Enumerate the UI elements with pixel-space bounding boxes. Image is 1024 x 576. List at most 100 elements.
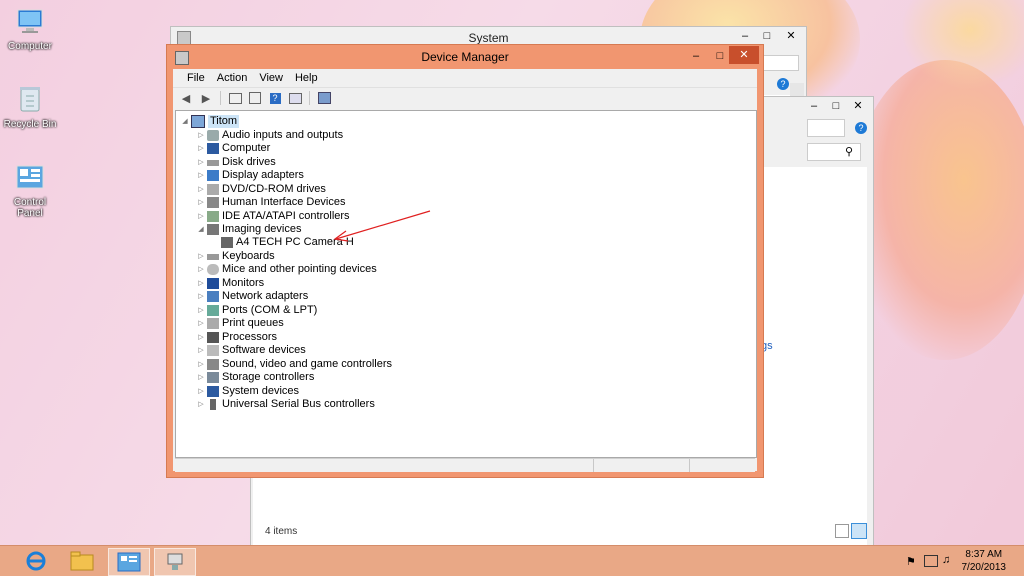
search-box[interactable]	[761, 55, 799, 71]
tree-item-display-adapters[interactable]: ▷ Display adapters	[196, 169, 304, 182]
help-icon[interactable]: ?	[266, 90, 284, 106]
tree-item-imaging[interactable]: ◢ Imaging devices	[196, 223, 302, 236]
tree-item-label: Disk drives	[222, 156, 276, 168]
expand-arrow-icon[interactable]: ▷	[196, 304, 206, 317]
file-explorer-icon[interactable]	[62, 548, 102, 574]
close-button[interactable]: ✕	[847, 97, 869, 115]
expand-arrow-icon[interactable]: ▷	[196, 210, 206, 223]
address-bar[interactable]	[807, 119, 845, 137]
tree-item-mice[interactable]: ▷ Mice and other pointing devices	[196, 263, 377, 276]
tiles-view-button[interactable]	[851, 523, 867, 539]
tree-item-audio[interactable]: ▷ Audio inputs and outputs	[196, 129, 343, 142]
clock[interactable]: 8:37 AM 7/20/2013	[962, 548, 1007, 574]
dvd-drive-icon	[207, 184, 219, 195]
tree-item-hid[interactable]: ▷ Human Interface Devices	[196, 196, 346, 209]
expand-arrow-icon[interactable]: ▷	[196, 317, 206, 330]
tree-item-software[interactable]: ▷ Software devices	[196, 344, 306, 357]
expand-arrow-icon[interactable]: ▷	[196, 290, 206, 303]
expand-arrow-icon[interactable]: ▷	[196, 156, 206, 169]
monitor-icon	[207, 278, 219, 289]
tree-item-print-queues[interactable]: ▷ Print queues	[196, 317, 284, 330]
expand-arrow-icon[interactable]: ▷	[196, 129, 206, 142]
help-icon[interactable]: ?	[855, 122, 867, 134]
tree-item-system-devices[interactable]: ▷ System devices	[196, 385, 299, 398]
expand-arrow-icon[interactable]: ▷	[196, 277, 206, 290]
disk-drive-icon	[207, 159, 219, 166]
expand-arrow-icon[interactable]: ▷	[196, 142, 206, 155]
hid-icon	[207, 197, 219, 208]
desktop-icon-label: Computer	[8, 41, 52, 52]
tree-item-processors[interactable]: ▷ Processors	[196, 331, 277, 344]
tree-item-dvd[interactable]: ▷ DVD/CD-ROM drives	[196, 183, 326, 196]
tree-item-label: Ports (COM & LPT)	[222, 304, 318, 316]
maximize-button[interactable]: □	[825, 97, 847, 115]
tree-item-network[interactable]: ▷ Network adapters	[196, 290, 308, 303]
expand-arrow-icon[interactable]: ▷	[196, 196, 206, 209]
close-button[interactable]: ✕	[780, 27, 802, 45]
expand-arrow-icon[interactable]: ▷	[196, 398, 206, 411]
tray-volume-icon[interactable]: ♫	[942, 554, 950, 566]
properties-icon[interactable]	[246, 90, 264, 106]
monitor-icon	[207, 143, 219, 154]
computer-icon	[191, 115, 205, 128]
tray-flag-icon[interactable]: ⚑	[906, 555, 916, 568]
toolbar-separator	[220, 91, 221, 105]
expand-arrow-icon[interactable]: ▷	[196, 385, 206, 398]
tree-root[interactable]: ◢ Titom	[180, 115, 240, 128]
expand-arrow-icon[interactable]: ▷	[196, 344, 206, 357]
recycle-bin-icon	[0, 84, 60, 117]
show-hide-console-tree-icon[interactable]	[226, 90, 244, 106]
tree-item-monitors[interactable]: ▷ Monitors	[196, 277, 264, 290]
help-icon[interactable]: ?	[777, 78, 789, 90]
forward-icon[interactable]: ▶	[197, 90, 215, 106]
expand-arrow-icon[interactable]: ▷	[196, 263, 206, 276]
maximize-button[interactable]: □	[709, 47, 731, 65]
tray-network-icon[interactable]	[924, 555, 938, 567]
status-bar	[175, 458, 755, 472]
collapse-arrow-icon[interactable]: ◢	[196, 223, 206, 236]
control-panel-taskbar-icon[interactable]	[108, 548, 150, 576]
menu-action[interactable]: Action	[211, 72, 254, 84]
scan-hardware-icon[interactable]	[315, 90, 333, 106]
back-icon[interactable]: ◀	[177, 90, 195, 106]
desktop-icon-recycle-bin[interactable]: Recycle Bin	[0, 84, 60, 130]
expand-arrow-icon[interactable]: ▷	[196, 331, 206, 344]
clock-date: 7/20/2013	[961, 562, 1007, 573]
tree-item-label: Software devices	[222, 344, 306, 356]
collapse-arrow-icon[interactable]: ◢	[180, 115, 190, 128]
port-icon	[207, 305, 219, 316]
tree-item-sound[interactable]: ▷ Sound, video and game controllers	[196, 358, 392, 371]
tree-item-usb[interactable]: ▷ Universal Serial Bus controllers	[196, 398, 375, 411]
minimize-button[interactable]: –	[734, 27, 756, 45]
expand-arrow-icon[interactable]: ▷	[196, 169, 206, 182]
device-manager-taskbar-icon[interactable]	[154, 548, 196, 576]
tree-item-ports[interactable]: ▷ Ports (COM & LPT)	[196, 304, 317, 317]
menu-help[interactable]: Help	[289, 72, 324, 84]
expand-arrow-icon[interactable]: ▷	[196, 358, 206, 371]
tree-item-keyboards[interactable]: ▷ Keyboards	[196, 250, 274, 263]
view-pane-icon[interactable]	[286, 90, 304, 106]
menu-view[interactable]: View	[253, 72, 289, 84]
tree-item-storage[interactable]: ▷ Storage controllers	[196, 371, 314, 384]
tree-item-disk-drives[interactable]: ▷ Disk drives	[196, 156, 276, 169]
search-icon[interactable]: ⚲	[845, 145, 853, 158]
expand-arrow-icon[interactable]: ▷	[196, 250, 206, 263]
details-view-button[interactable]	[835, 524, 849, 538]
desktop-icon-computer[interactable]: Computer	[0, 8, 60, 52]
keyboard-icon	[207, 253, 219, 260]
internet-explorer-icon[interactable]	[16, 548, 56, 574]
expand-arrow-icon[interactable]: ▷	[196, 183, 206, 196]
storage-controller-icon	[207, 372, 219, 383]
maximize-button[interactable]: □	[756, 27, 778, 45]
expand-arrow-icon[interactable]: ▷	[196, 371, 206, 384]
tree-item-computer[interactable]: ▷ Computer	[196, 142, 270, 155]
desktop-icon-control-panel[interactable]: Control Panel	[0, 164, 60, 219]
tree-item-label: Display adapters	[222, 169, 304, 181]
close-button[interactable]: ✕	[729, 46, 759, 64]
camera-icon	[207, 224, 219, 235]
display-adapter-icon	[207, 170, 219, 181]
minimize-button[interactable]: –	[685, 47, 707, 65]
minimize-button[interactable]: –	[803, 97, 825, 115]
menu-file[interactable]: File	[181, 72, 211, 84]
tree-item-label: Computer	[222, 142, 271, 154]
